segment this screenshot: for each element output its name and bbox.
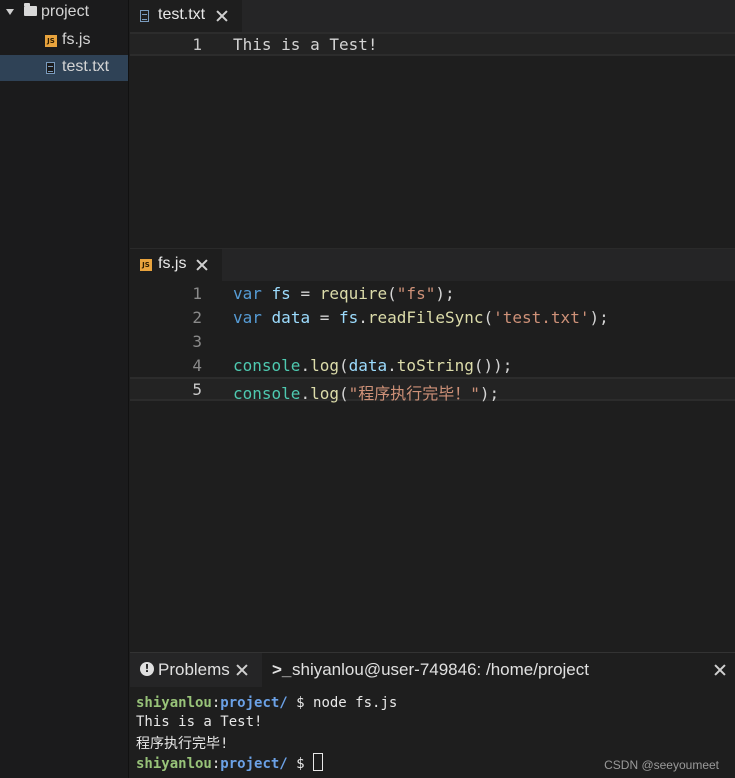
tab-terminal[interactable]: >_ shiyanlou@user-749846: /home/project [262,653,735,687]
tab-label: test.txt [158,6,206,23]
tab-problems[interactable]: ! Problems [130,653,260,687]
line-number: 4 [192,356,202,375]
folder-icon [24,3,37,16]
close-icon[interactable] [196,259,208,271]
tab-test-txt[interactable]: test.txt [130,0,242,32]
code-line-1[interactable]: 1 var fs = require("fs"); [130,281,735,305]
terminal-line: shiyanlou:project/ $ node fs.js [136,695,398,711]
line-text: console.log("程序执行完毕！"); [233,384,500,403]
tab-label: shiyanlou@user-749846: /home/project [292,660,589,679]
js-file-icon: JS [140,259,152,271]
editor-pane-test-txt: test.txt 1 This is a Test! [130,0,735,248]
code-line[interactable]: 1 This is a Test! [130,32,735,56]
js-file-icon: JS [45,35,57,47]
line-number: 1 [192,284,202,303]
terminal-output: This is a Test! [136,714,263,730]
file-item-fs-js[interactable]: JS fs.js [0,28,128,54]
file-label: fs.js [62,31,91,48]
tab-label: Problems [158,660,230,679]
terminal-prompt[interactable]: shiyanlou:project/ $ [136,753,324,772]
code-line-5[interactable]: 5 console.log("程序执行完毕！"); [130,377,735,403]
panel-tab-bar: ! Problems >_ shiyanlou@user-749846: /ho… [130,653,735,687]
line-text: This is a Test! [233,35,378,54]
editor-tab-bar: JS fs.js [130,249,735,281]
close-icon[interactable] [236,664,248,676]
line-number: 3 [192,332,202,351]
bottom-panel: ! Problems >_ shiyanlou@user-749846: /ho… [130,652,735,778]
explorer-sidebar: project JS fs.js test.txt [0,0,129,778]
line-number: 5 [192,380,202,399]
text-file-icon [46,62,55,74]
editor-tab-bar: test.txt [130,0,735,32]
line-number: 2 [192,308,202,327]
problems-icon: ! [140,662,154,676]
text-file-icon [140,10,149,22]
file-item-test-txt[interactable]: test.txt [0,55,128,81]
chevron-down-icon[interactable] [6,9,14,15]
folder-project[interactable]: project [0,0,128,26]
line-text: console.log(data.toString()); [233,356,513,375]
line-text: var data = fs.readFileSync('test.txt'); [233,308,609,327]
line-text: var fs = require("fs"); [233,284,455,303]
tab-label: fs.js [158,255,187,272]
file-label: test.txt [62,58,110,75]
terminal-icon: >_ [272,660,292,679]
code-line-4[interactable]: 4 console.log(data.toString()); [130,353,735,377]
editor-pane-fs-js: JS fs.js 1 var fs = require("fs"); 2 var… [130,248,735,653]
code-line-2[interactable]: 2 var data = fs.readFileSync('test.txt')… [130,305,735,329]
folder-label: project [41,3,90,20]
close-icon[interactable] [714,664,726,676]
close-icon[interactable] [216,10,228,22]
terminal-output: 程序执行完毕! [136,736,229,752]
code-line-3[interactable]: 3 [130,329,735,353]
terminal-cursor [313,753,324,771]
line-number: 1 [192,35,202,54]
tab-fs-js[interactable]: JS fs.js [130,249,222,281]
watermark: CSDN @seeyoumeet [604,758,719,772]
